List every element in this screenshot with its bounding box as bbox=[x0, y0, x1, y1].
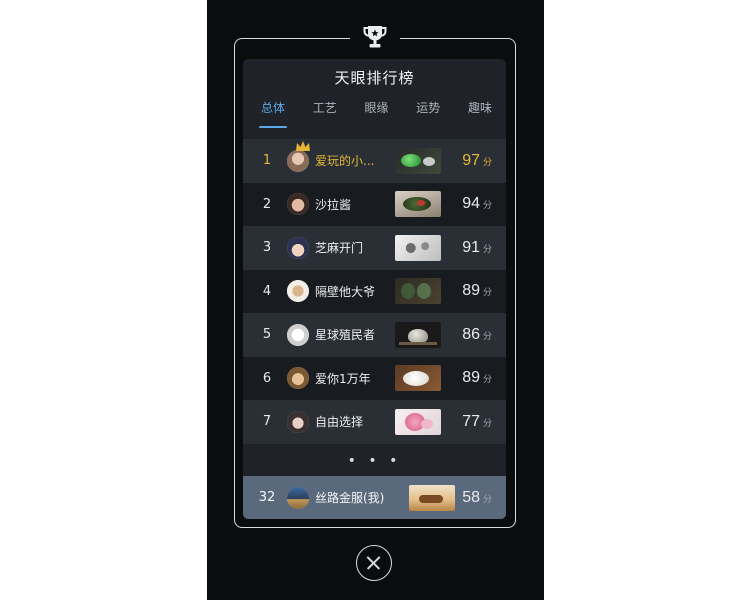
rank-number: 3 bbox=[262, 240, 272, 256]
score-unit: 分 bbox=[482, 244, 492, 255]
rank-number: 4 bbox=[262, 283, 272, 299]
ranking-row[interactable]: 2 沙拉酱 94 分 bbox=[243, 182, 506, 226]
rank-number: 1 bbox=[262, 153, 272, 169]
score-value: 91 bbox=[462, 238, 480, 256]
item-thumbnail bbox=[395, 321, 441, 348]
score-unit: 分 bbox=[482, 375, 492, 386]
score: 89 分 bbox=[462, 282, 492, 300]
close-icon[interactable] bbox=[356, 545, 392, 581]
avatar bbox=[287, 236, 309, 259]
tab-overall[interactable]: 总体 bbox=[259, 99, 288, 128]
score-value: 97 bbox=[462, 151, 480, 169]
rank-number: 6 bbox=[262, 370, 272, 386]
ranking-row[interactable]: 6 爱你1万年 89 分 bbox=[243, 356, 506, 400]
tab-fun[interactable]: 趣味 bbox=[466, 99, 494, 123]
score-unit: 分 bbox=[482, 418, 492, 429]
item-thumbnail bbox=[395, 365, 441, 392]
score-value: 94 bbox=[462, 195, 480, 213]
user-name: 沙拉酱 bbox=[315, 197, 352, 212]
tab-fortune[interactable]: 运势 bbox=[414, 99, 442, 123]
score-unit: 分 bbox=[482, 201, 492, 212]
item-thumbnail bbox=[409, 484, 455, 511]
crown-icon bbox=[296, 140, 310, 151]
ranking-row[interactable]: 5 星球殖民者 86 分 bbox=[243, 313, 506, 357]
user-name: 芝麻开门 bbox=[315, 241, 364, 256]
score-value: 58 bbox=[462, 488, 480, 506]
avatar bbox=[287, 367, 309, 390]
tab-craft[interactable]: 工艺 bbox=[311, 99, 339, 123]
my-ranking-row[interactable]: 32 丝路金服(我) 58 分 bbox=[243, 476, 506, 519]
score-value: 89 bbox=[462, 282, 480, 300]
user-name: 隔壁他大爷 bbox=[315, 284, 376, 299]
score: 77 分 bbox=[462, 413, 492, 431]
user-name: 爱你1万年 bbox=[315, 371, 371, 386]
score-unit: 分 bbox=[482, 157, 492, 168]
user-name: 爱玩的小... bbox=[315, 154, 375, 169]
phone-screen: 天眼排行榜 总体 工艺 眼缘 运势 趣味 1 爱玩的小... 97 分 2 沙拉… bbox=[207, 0, 544, 600]
item-thumbnail bbox=[395, 191, 441, 218]
tab-bar: 总体 工艺 眼缘 运势 趣味 bbox=[259, 99, 494, 128]
score-value: 89 bbox=[462, 369, 480, 387]
avatar bbox=[287, 280, 309, 303]
ranking-row[interactable]: 3 芝麻开门 91 分 bbox=[243, 226, 506, 270]
ranking-row[interactable]: 4 隔壁他大爷 89 分 bbox=[243, 269, 506, 313]
ranking-row[interactable]: 7 自由选择 77 分 bbox=[243, 400, 506, 444]
avatar bbox=[287, 410, 309, 433]
user-name: 自由选择 bbox=[315, 415, 364, 430]
user-name: 丝路金服(我) bbox=[315, 491, 385, 506]
avatar bbox=[287, 140, 310, 172]
panel-title: 天眼排行榜 bbox=[334, 69, 415, 87]
rank-number: 32 bbox=[258, 490, 276, 506]
score-unit: 分 bbox=[482, 331, 492, 342]
item-thumbnail bbox=[395, 408, 441, 435]
score: 86 分 bbox=[462, 326, 492, 344]
user-name: 星球殖民者 bbox=[315, 328, 376, 343]
tab-eye[interactable]: 眼缘 bbox=[362, 99, 390, 123]
item-thumbnail bbox=[395, 234, 441, 261]
ranking-list: 1 爱玩的小... 97 分 2 沙拉酱 94 分 3 芝麻开门 91 分 4 … bbox=[243, 139, 506, 444]
rank-number: 7 bbox=[262, 414, 272, 430]
score: 89 分 bbox=[462, 369, 492, 387]
score: 94 分 bbox=[462, 195, 492, 213]
trophy-icon bbox=[363, 26, 387, 48]
avatar bbox=[287, 486, 309, 509]
score-value: 86 bbox=[462, 325, 480, 343]
more-indicator: • • • bbox=[347, 453, 402, 469]
rank-number: 2 bbox=[262, 196, 272, 212]
item-thumbnail bbox=[395, 147, 441, 174]
avatar bbox=[287, 323, 309, 346]
ranking-row[interactable]: 1 爱玩的小... 97 分 bbox=[243, 139, 506, 183]
score: 58 分 bbox=[462, 489, 492, 507]
avatar bbox=[287, 193, 309, 216]
score: 97 分 bbox=[462, 152, 492, 170]
score-unit: 分 bbox=[482, 288, 492, 299]
item-thumbnail bbox=[395, 278, 441, 305]
leaderboard-panel: 天眼排行榜 总体 工艺 眼缘 运势 趣味 1 爱玩的小... 97 分 2 沙拉… bbox=[243, 59, 506, 519]
rank-number: 5 bbox=[262, 327, 272, 343]
score-value: 77 bbox=[462, 412, 480, 430]
score: 91 分 bbox=[462, 239, 492, 257]
score-unit: 分 bbox=[482, 494, 492, 505]
